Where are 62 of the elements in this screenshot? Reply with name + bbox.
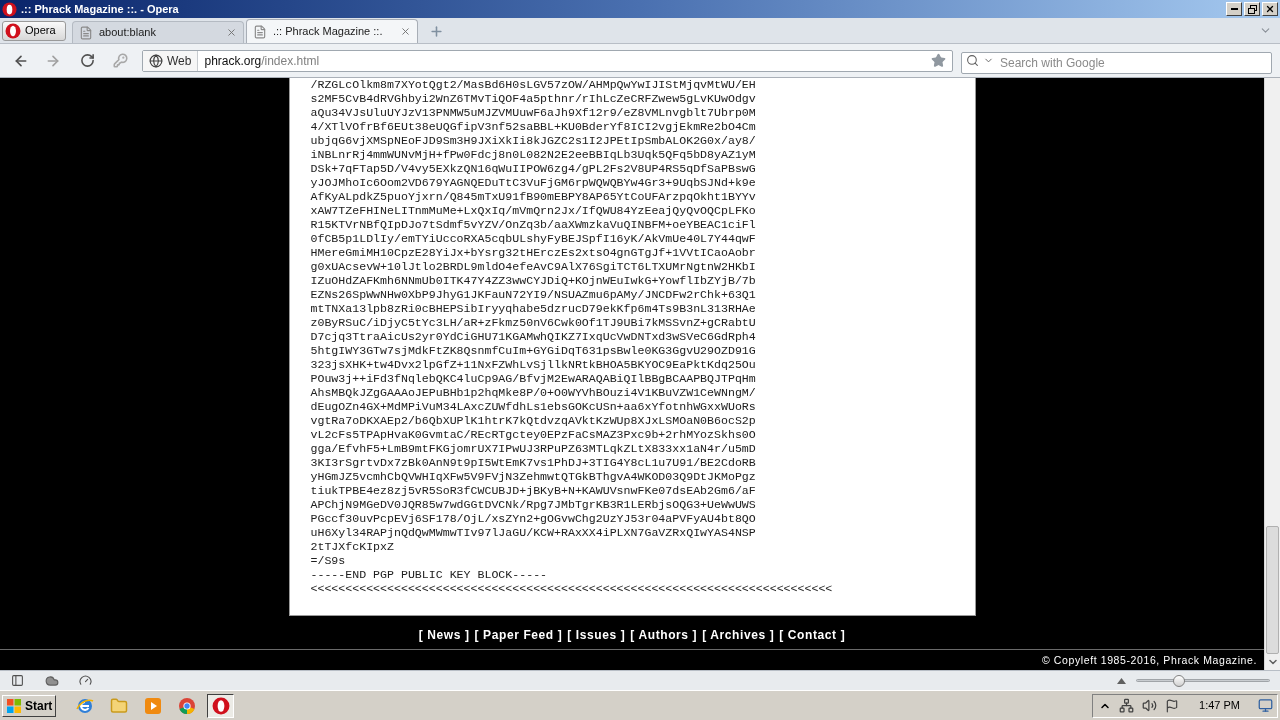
show-desktop-icon[interactable]	[1258, 698, 1273, 713]
minimize-button[interactable]	[1226, 2, 1242, 16]
cloud-icon	[45, 673, 59, 688]
opera-menu-button[interactable]: Opera	[2, 20, 66, 41]
taskbar-app-button[interactable]	[207, 693, 235, 718]
search-icon	[966, 53, 979, 67]
clock[interactable]: 1:47 PM	[1199, 697, 1240, 714]
new-tab-button[interactable]	[428, 23, 444, 39]
nav-link[interactable]: [ Contact ]	[779, 628, 846, 642]
chrome-logo-icon	[177, 696, 196, 715]
close-tab-button[interactable]	[399, 25, 411, 38]
nav-link[interactable]: [ Archives ]	[702, 628, 775, 642]
key-icon	[112, 53, 128, 68]
reload-icon	[79, 53, 95, 68]
network-icon[interactable]	[1119, 698, 1135, 713]
opera-logo-icon	[5, 22, 21, 39]
speedometer-button[interactable]	[78, 673, 92, 688]
close-icon	[1265, 4, 1275, 14]
nav-link[interactable]: [ News ]	[418, 628, 470, 642]
close-tab-button[interactable]	[225, 26, 237, 39]
opera-logo-icon	[2, 1, 17, 17]
window-title: .:: Phrack Magazine ::. - Opera	[21, 2, 179, 16]
copyright-text: © Copyleft 1985-2016, Phrack Magazine.	[1042, 653, 1257, 667]
slider-thumb[interactable]	[1172, 674, 1185, 687]
scrollbar[interactable]	[1264, 78, 1280, 670]
page-icon	[79, 25, 93, 40]
panel-icon	[10, 674, 24, 687]
minimize-icon	[1230, 8, 1238, 10]
triangle-up-icon[interactable]	[1117, 677, 1126, 684]
cloud-button[interactable]	[44, 673, 60, 688]
opera-logo-icon	[211, 696, 230, 715]
plus-icon	[428, 23, 444, 39]
browser-tab[interactable]: .:: Phrack Magazine ::.	[246, 19, 418, 43]
nav-link[interactable]: [ Paper Feed ]	[474, 628, 563, 642]
zoom-slider[interactable]	[1136, 674, 1270, 687]
restore-button[interactable]	[1244, 2, 1260, 16]
close-icon	[225, 27, 237, 38]
media-player-icon	[143, 696, 162, 715]
page-icon	[253, 24, 267, 39]
scrollbar-thumb[interactable]	[1266, 526, 1279, 654]
start-button[interactable]: Start	[2, 694, 57, 717]
nav-link[interactable]: [ Issues ]	[567, 628, 626, 642]
volume-icon[interactable]	[1142, 698, 1158, 713]
folder-icon	[109, 696, 128, 715]
globe-icon	[149, 53, 163, 68]
windows-logo-icon	[6, 698, 22, 713]
pgp-key-text: /RZGLcOlkm8m7XYotQgt2/MasBd6H0sLGV57zOW/AHMpQwYwIJIStMjqvMtWU/EH s2MF5CvB4dRVGhbyi2WnZ6TMvTiQOF4a5pthnr/rIhLcZeCRFZwew5gLvKUwOdgv aQu34VJsUluUYJzV13PNMW5uMJZVMUuwF6aJh9Xf12r9/eZ8VMLnvgblt7Ubrp0M 4/XTlVOfrBf6EUt38eUQGfipV3nf52saBBL+KU0BderYf8ICI2vgjEkmRe2bO4Cm ubjqG6vjXMSpNEoFJD9Sm3H9JXiXkIi8kJGZC2s1I2JPEtIpSmbALOK2G0x/ay8/ iNBLnrRj4mmWUNvMjH+fPw0Fdcj8n0L082N2E2eeBBIqLb3Uqk5QFq5bD8yAZ1yM DSk+7qFTap5D/V4vy5EXkzQN16qWuIIPOW6zg4/gPL2Fs2V8UP4RS5qDfSaPBswG yJOJMhoIc6Oom2VD679YAGNQEDuTtC3VuFjGM6rpWQWQBYw4Gr3+9UqbSJNd+k9e AfKyALpdkZ5puoYjxrn/Q845mTxU91fB90mEBPY8AP65YtCoUFArzpqOkht1BYYv xAW7TZeFHINeLITnmMuMe+LxQxIq/mVmQrn2Jx/IfQWU84YzEeajQyQvOQCpLFKo R15KTVrNBfQIpDJo7tSdmf5vYZV/OnZq3b/aaXWmzkaVuQINBFM+oeYBEAC1ciFl 0fCB5p1LDlIy/emTYiUccoRXA5cqbULshyFyBEJSpfI16yK/AkVmUe40L7Y44qwF HMereGmiMH10CpzE28YiJx+bYsrg32tHErczEs2xtsO4gnGTgJf+1VVtICaoAobr g0xUAcsevW+10lJtlo2BRDL9mldO4efeAvC9AlX76SgiTCT6LTXUMrNgtnW2HKbI IZuOHdZAFKmh6NNmUb0ITK47Y4ZZ3wwCYJDiQ+KOjnWEuIwkG+YowflIbZYjB/7b EZNs26SpWwNHw0XbP9JhyG1JKFauN72YI9/NSUAZmu6pAMy/JNCDFw2rChk+63Q1 mtTNXa13lpb8zRi0cBHEPSibIryyqhabe5dzrucD79ekKfp6m4Ts9B3nL313RHAe z0ByRSuC/iDjyC5tYc3LH/aR+zFkmz50nV6Cwk0Of1TJ9UBi7kMSSvnZ+gCRabtU D7cjq3TtraAicUs2yr0YdCiGHU71KGAMwhQIKZ7IxqUcVwDNTxd3wSVeC6GdRph4 5htgIWY3GTw7sjMdkFtZK8QsnmfCuIm+GYGiDqT631psBwle0KG3GgvU29OZD91G 323jsXHK+tw4Dvx2lpGfZ+11NxFZWhLvSjllkNRtkBHOA5BKYOC9EaPktKdq25Ou POuw3j++iFd3fNqlebQKC4luCp9AG/BfvjM2EwARAQABiQIlBBgBCAAPBQJTPqHm AhsMBQkJZgGAAAoJEPuBHb1p2hqMke8P/0+O0WYVhBOuzi4V1KBuVZW1CeWNngM/ dEugOZn4GX+MdMPiVuM34LAxcZUWfdhLs1ebsGOKcUSn+aa6xYfotnhWGxxWUoRs vgtRa7oDKXAEp2/b6QbXUPlK1htrK7kQtdvzqAVktKzWUp8XJxLSMOaN0B6ocS2p vL2cFs5TPApHvaK0GvmtaC/REcRTgctey0EPzFaCsMAZ3Pxc9b+2rhMYozSkhs0O gga/EfvhF5+LmB9mtFKGjomrUX7IPwUJ3RPuPZ63MTLqkZLtX833xx1aN4r/u5mD 3KI3rSgrtvDx7zBk0AnN9t9pI5WtEmK7vs1PhDJ+3TIG4Y8cL1u7U91/BE2CdoRB yHGmJZ5vcmhCbQVWHIqXFw5V9FVjN3ZehmwtQTGkBThgvA4WKOD03Q9DtJKMoPgz tiukTPBE4ez8zj5vR5SoR3fCWCUBJD+jBKyB+N+KAWUVsnwFKe07dsEAb2Gm6/aF APChjN9MGeDV0JQR85w7wdGGtDVCNk/Rpg7JMbTgrKB3R1LERbjsOQG3+UeWwUWS PGccf30uvPcpEVj6SF178/OjL/xsZYn2+gOGvwChg2UzYJ53r04aPVFyAU4bt8QO uH6Xyl34RAPjnQdQwMWmwTIv97lJaGU/KCW+RAxXX4iPLXN7GaVZRxQIwYAS4NSP 2tTJXfcKIpxZ =/S9s -----END PGP PUBLIC KEY BLOCK----- <<<<<<<<<<<<<<<<<<<<<<<<<<<<<<<<<<<<<<<<<<<<<<<<<<<<<<<<<<<<<<<<<<<<<<<<<<<	[310, 78, 834, 596]
close-icon	[399, 26, 411, 37]
globe-e-icon	[75, 696, 94, 715]
speedometer-icon	[78, 674, 92, 687]
close-button[interactable]	[1262, 2, 1278, 16]
url-text: phrack.org/index.html	[204, 52, 320, 70]
restore-icon	[1247, 4, 1257, 14]
flag-icon[interactable]	[1165, 698, 1180, 713]
panel-toggle-button[interactable]	[10, 673, 24, 688]
star-icon[interactable]	[931, 53, 946, 68]
address-field[interactable]: Web phrack.org/index.html	[142, 49, 953, 72]
search-field[interactable]: Search with Google	[961, 51, 1272, 74]
browser-tab[interactable]: about:blank	[72, 21, 244, 43]
nav-link[interactable]: [ Authors ]	[630, 628, 698, 642]
web-button[interactable]: Web	[143, 50, 199, 71]
reload-button[interactable]	[78, 51, 96, 70]
